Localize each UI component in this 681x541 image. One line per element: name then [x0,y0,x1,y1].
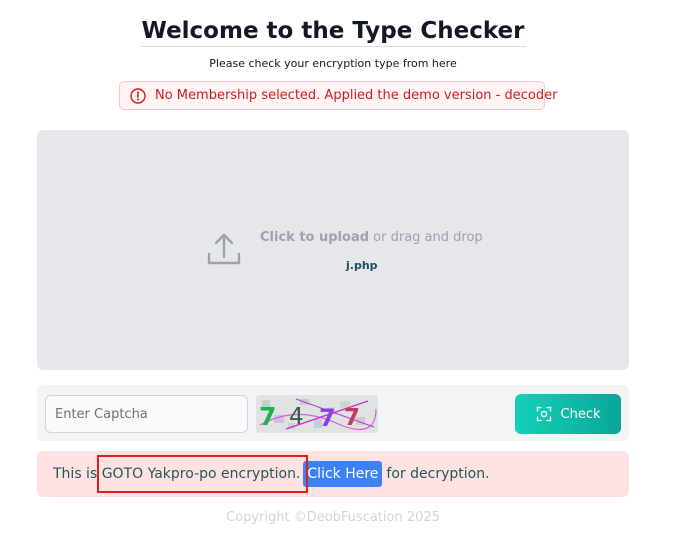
upload-instructions[interactable]: Click to upload or drag and drop [260,230,483,245]
drag-drop-label: or drag and drop [373,230,483,245]
captcha-char-4: 7 [344,405,360,431]
page-title-text: Welcome to the Type Checker [139,16,527,47]
captcha-char-3: 7 [319,404,336,432]
click-here-link[interactable]: Click Here [303,461,383,487]
footer-copyright: Copyright ©DeobFuscation 2025 [226,510,440,525]
captcha-image: 7 4 7 7 [256,395,378,433]
click-to-upload-label[interactable]: Click to upload [260,230,369,245]
exclamation-circle-icon [130,87,146,104]
page-subtitle: Please check your encryption type from h… [209,57,457,70]
membership-alert: No Membership selected. Applied the demo… [119,81,557,110]
page-title: Welcome to the Type Checker [0,16,666,47]
encryption-type: GOTO Yakpro-po encryption. [101,466,301,482]
file-dropzone[interactable] [37,130,629,370]
captcha-input[interactable] [45,395,248,433]
check-button-label[interactable]: Check [561,407,601,422]
captcha-char-2: 4 [289,404,304,430]
result-suffix: for decryption. [386,466,490,482]
selected-file-name: j.php [346,259,378,272]
alert-message: No Membership selected. Applied the demo… [155,88,558,103]
scan-icon [536,406,551,422]
result-message: This is GOTO Yakpro-po encryption. Click… [53,461,490,487]
result-prefix: This is [53,466,98,482]
captcha-char-1: 7 [259,402,276,431]
captcha-graphic: 7 4 7 7 [256,395,378,433]
upload-icon [207,233,241,265]
check-button[interactable]: Check [515,394,621,434]
